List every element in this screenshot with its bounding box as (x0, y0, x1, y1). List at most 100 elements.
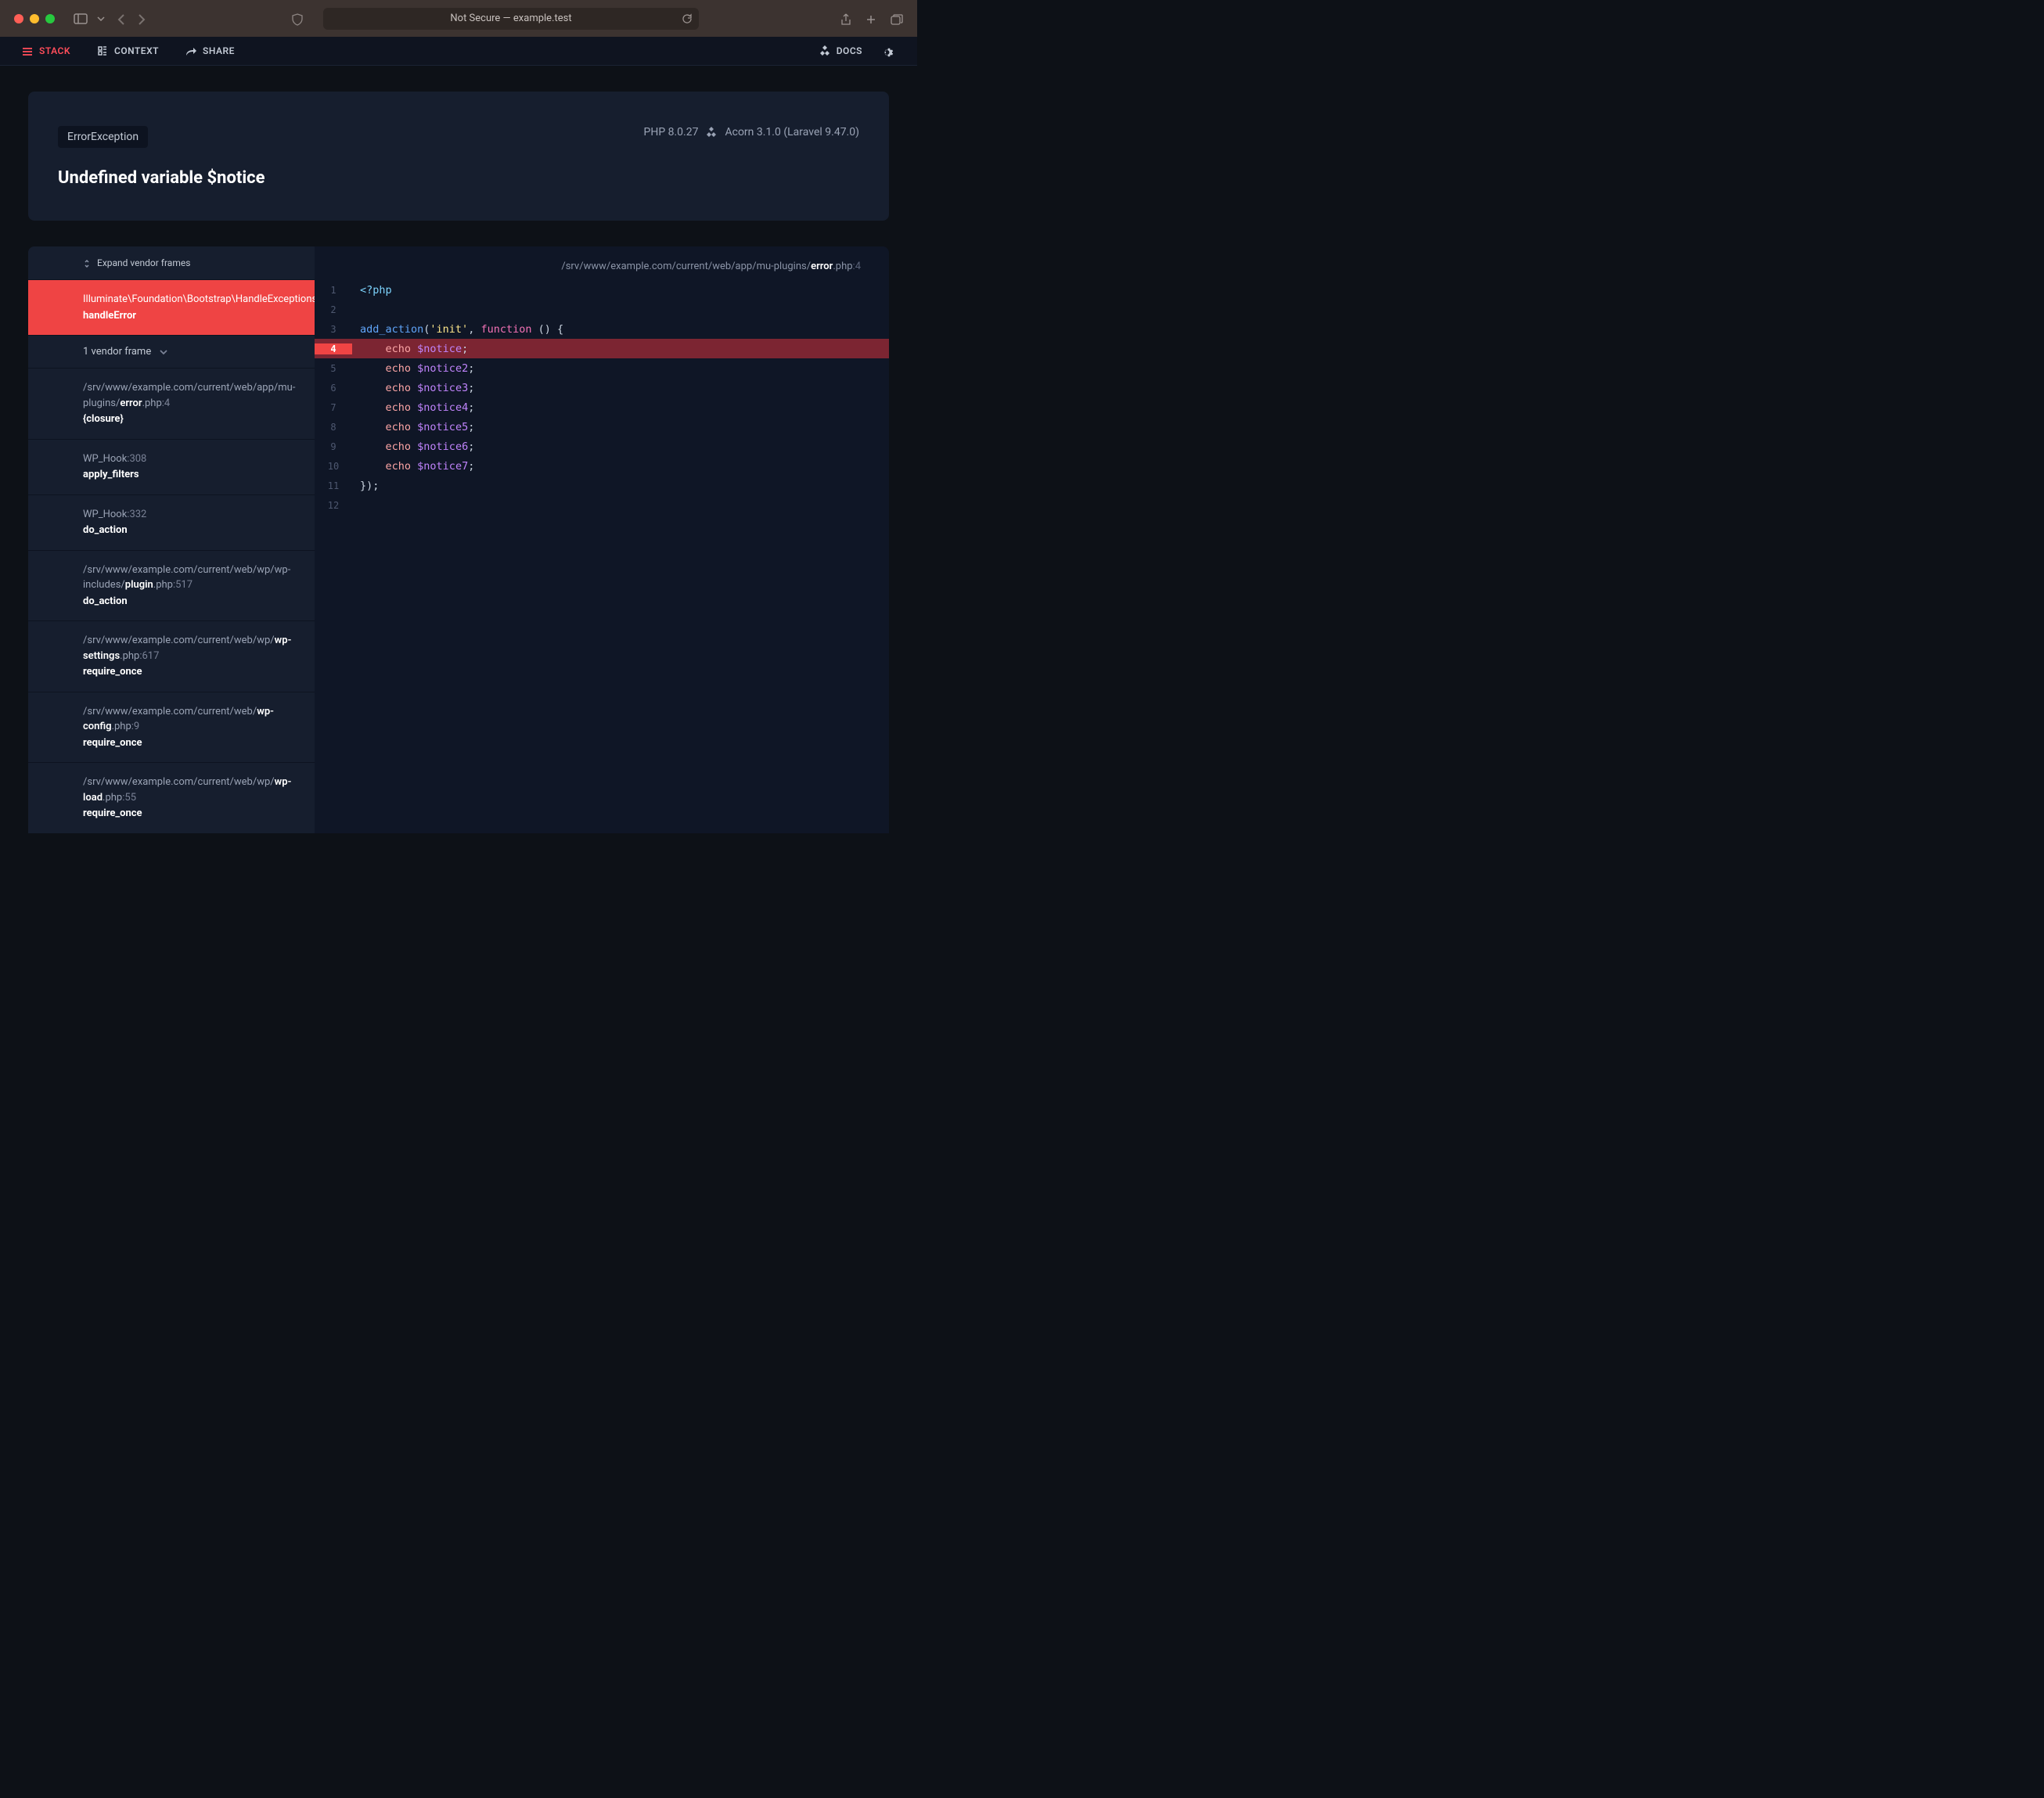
line-number: 5 (315, 363, 352, 374)
tabs-overview-icon[interactable] (891, 11, 903, 26)
code-line: 10 echo $notice7; (315, 456, 889, 476)
frame-path: WP_Hook:332 (83, 507, 291, 523)
frame-path: /srv/www/example.com/current/web/wp-conf… (83, 704, 291, 735)
stack-frame[interactable]: WP_Hook:308apply_filters (28, 439, 315, 494)
code-filepath: /srv/www/example.com/current/web/app/mu-… (315, 246, 889, 280)
acorn-logo-icon (706, 127, 717, 138)
window-controls (14, 14, 55, 23)
fullscreen-window-button[interactable] (45, 14, 55, 23)
environment-meta: PHP 8.0.27 Acorn 3.1.0 (Laravel 9.47.0) (644, 126, 860, 138)
frame-function: do_action (83, 523, 291, 538)
acorn-version: Acorn 3.1.0 (Laravel 9.47.0) (725, 126, 859, 138)
exception-header: ErrorException Undefined variable $notic… (28, 92, 889, 221)
nav-stack-label: STACK (39, 45, 70, 56)
nav-context[interactable]: CONTEXT (97, 45, 159, 57)
stack-frame[interactable]: /srv/www/example.com/current/web/wp-conf… (28, 692, 315, 763)
stack-icon (22, 45, 33, 56)
code-text: echo $notice5; (352, 421, 474, 433)
stack-frame[interactable]: Illuminate\Foundation\Bootstrap\HandleEx… (28, 279, 315, 335)
frame-path: /srv/www/example.com/current/web/wp/wp-i… (83, 563, 291, 593)
nav-share[interactable]: SHARE (185, 45, 235, 56)
browser-titlebar: Not Secure — example.test (0, 0, 917, 37)
stack-frame[interactable]: /srv/www/example.com/current/web/wp/wp-s… (28, 620, 315, 692)
shield-icon[interactable] (292, 11, 303, 26)
code-text: echo $notice2; (352, 362, 474, 375)
forward-button[interactable] (133, 11, 150, 26)
expand-vendor-frames-button[interactable]: Expand vendor frames (28, 246, 315, 279)
code-text: echo $notice6; (352, 441, 474, 453)
code-line: 6 echo $notice3; (315, 378, 889, 397)
code-text: echo $notice; (352, 343, 468, 355)
url-text: Not Secure — example.test (450, 13, 571, 24)
stack-frame[interactable]: WP_Hook:332do_action (28, 494, 315, 550)
nav-docs[interactable]: DOCS (819, 45, 862, 57)
code-line: 9 echo $notice6; (315, 437, 889, 456)
url-bar[interactable]: Not Secure — example.test (323, 8, 699, 30)
nav-stack[interactable]: STACK (22, 45, 70, 56)
code-text: add_action('init', function () { (352, 323, 563, 336)
code-pane: /srv/www/example.com/current/web/app/mu-… (315, 246, 889, 833)
exception-message: Undefined variable $notice (58, 168, 859, 188)
chevron-down-icon (159, 346, 168, 358)
share-icon[interactable] (840, 11, 851, 26)
line-number: 2 (315, 304, 352, 315)
frame-function: require_once (83, 735, 291, 751)
frame-path: /srv/www/example.com/current/web/wp/wp-l… (83, 775, 291, 805)
code-text: echo $notice4; (352, 401, 474, 414)
line-number: 9 (315, 441, 352, 452)
code-text: echo $notice7; (352, 460, 474, 473)
code-line: 3add_action('init', function () { (315, 319, 889, 339)
frame-function: require_once (83, 806, 291, 822)
frame-function: apply_filters (83, 467, 291, 483)
code-line: 2 (315, 300, 889, 319)
line-number: 6 (315, 383, 352, 394)
code-text: echo $notice3; (352, 382, 474, 394)
code-line: 11}); (315, 476, 889, 495)
nav-context-label: CONTEXT (114, 45, 159, 56)
main-panel: Expand vendor frames Illuminate\Foundati… (28, 246, 889, 833)
php-version: PHP 8.0.27 (644, 126, 699, 138)
code-line: 5 echo $notice2; (315, 358, 889, 378)
frame-path: /srv/www/example.com/current/web/app/mu-… (83, 380, 291, 411)
exception-class-badge: ErrorException (58, 126, 148, 148)
vendor-frames-collapsed[interactable]: 1 vendor frame (28, 335, 315, 368)
minimize-window-button[interactable] (30, 14, 39, 23)
code-line: 1<?php (315, 280, 889, 300)
frame-function: handleError (83, 308, 291, 324)
reload-icon[interactable] (682, 13, 693, 24)
code-line: 7 echo $notice4; (315, 397, 889, 417)
nav-share-label: SHARE (203, 45, 235, 56)
frame-function: {closure} (83, 412, 291, 427)
chevron-down-icon[interactable] (92, 12, 110, 26)
expand-vendor-label: Expand vendor frames (97, 257, 190, 268)
code-line: 4 echo $notice; (315, 339, 889, 358)
frame-function: do_action (83, 594, 291, 610)
new-tab-icon[interactable] (865, 11, 876, 26)
vendor-frames-label: 1 vendor frame (83, 346, 151, 358)
line-number: 10 (315, 461, 352, 472)
line-number: 4 (315, 343, 352, 354)
settings-button[interactable] (883, 45, 895, 57)
code-listing: 1<?php 2 3add_action('init', function () {… (315, 280, 889, 515)
code-line: 8 echo $notice5; (315, 417, 889, 437)
frame-path: Illuminate\Foundation\Bootstrap\HandleEx… (83, 292, 291, 307)
share-arrow-icon (185, 45, 196, 56)
context-icon (97, 45, 108, 57)
stack-frame[interactable]: /srv/www/example.com/current/web/wp/wp-l… (28, 762, 315, 833)
back-button[interactable] (113, 11, 130, 26)
line-number: 11 (315, 480, 352, 491)
stack-frame[interactable]: /srv/www/example.com/current/web/app/mu-… (28, 368, 315, 439)
code-text: }); (352, 480, 379, 492)
close-window-button[interactable] (14, 14, 23, 23)
nav-docs-label: DOCS (837, 45, 862, 56)
expand-icon (83, 257, 91, 268)
stack-frames-sidebar: Expand vendor frames Illuminate\Foundati… (28, 246, 315, 833)
line-number: 3 (315, 324, 352, 335)
app-topnav: STACK CONTEXT SHARE DOCS (0, 37, 917, 66)
sidebar-icon[interactable] (72, 12, 89, 26)
frame-function: require_once (83, 664, 291, 680)
frame-path: /srv/www/example.com/current/web/wp/wp-s… (83, 633, 291, 663)
code-text: <?php (352, 284, 392, 297)
ignition-logo-icon (819, 45, 830, 57)
stack-frame[interactable]: /srv/www/example.com/current/web/wp/wp-i… (28, 550, 315, 621)
